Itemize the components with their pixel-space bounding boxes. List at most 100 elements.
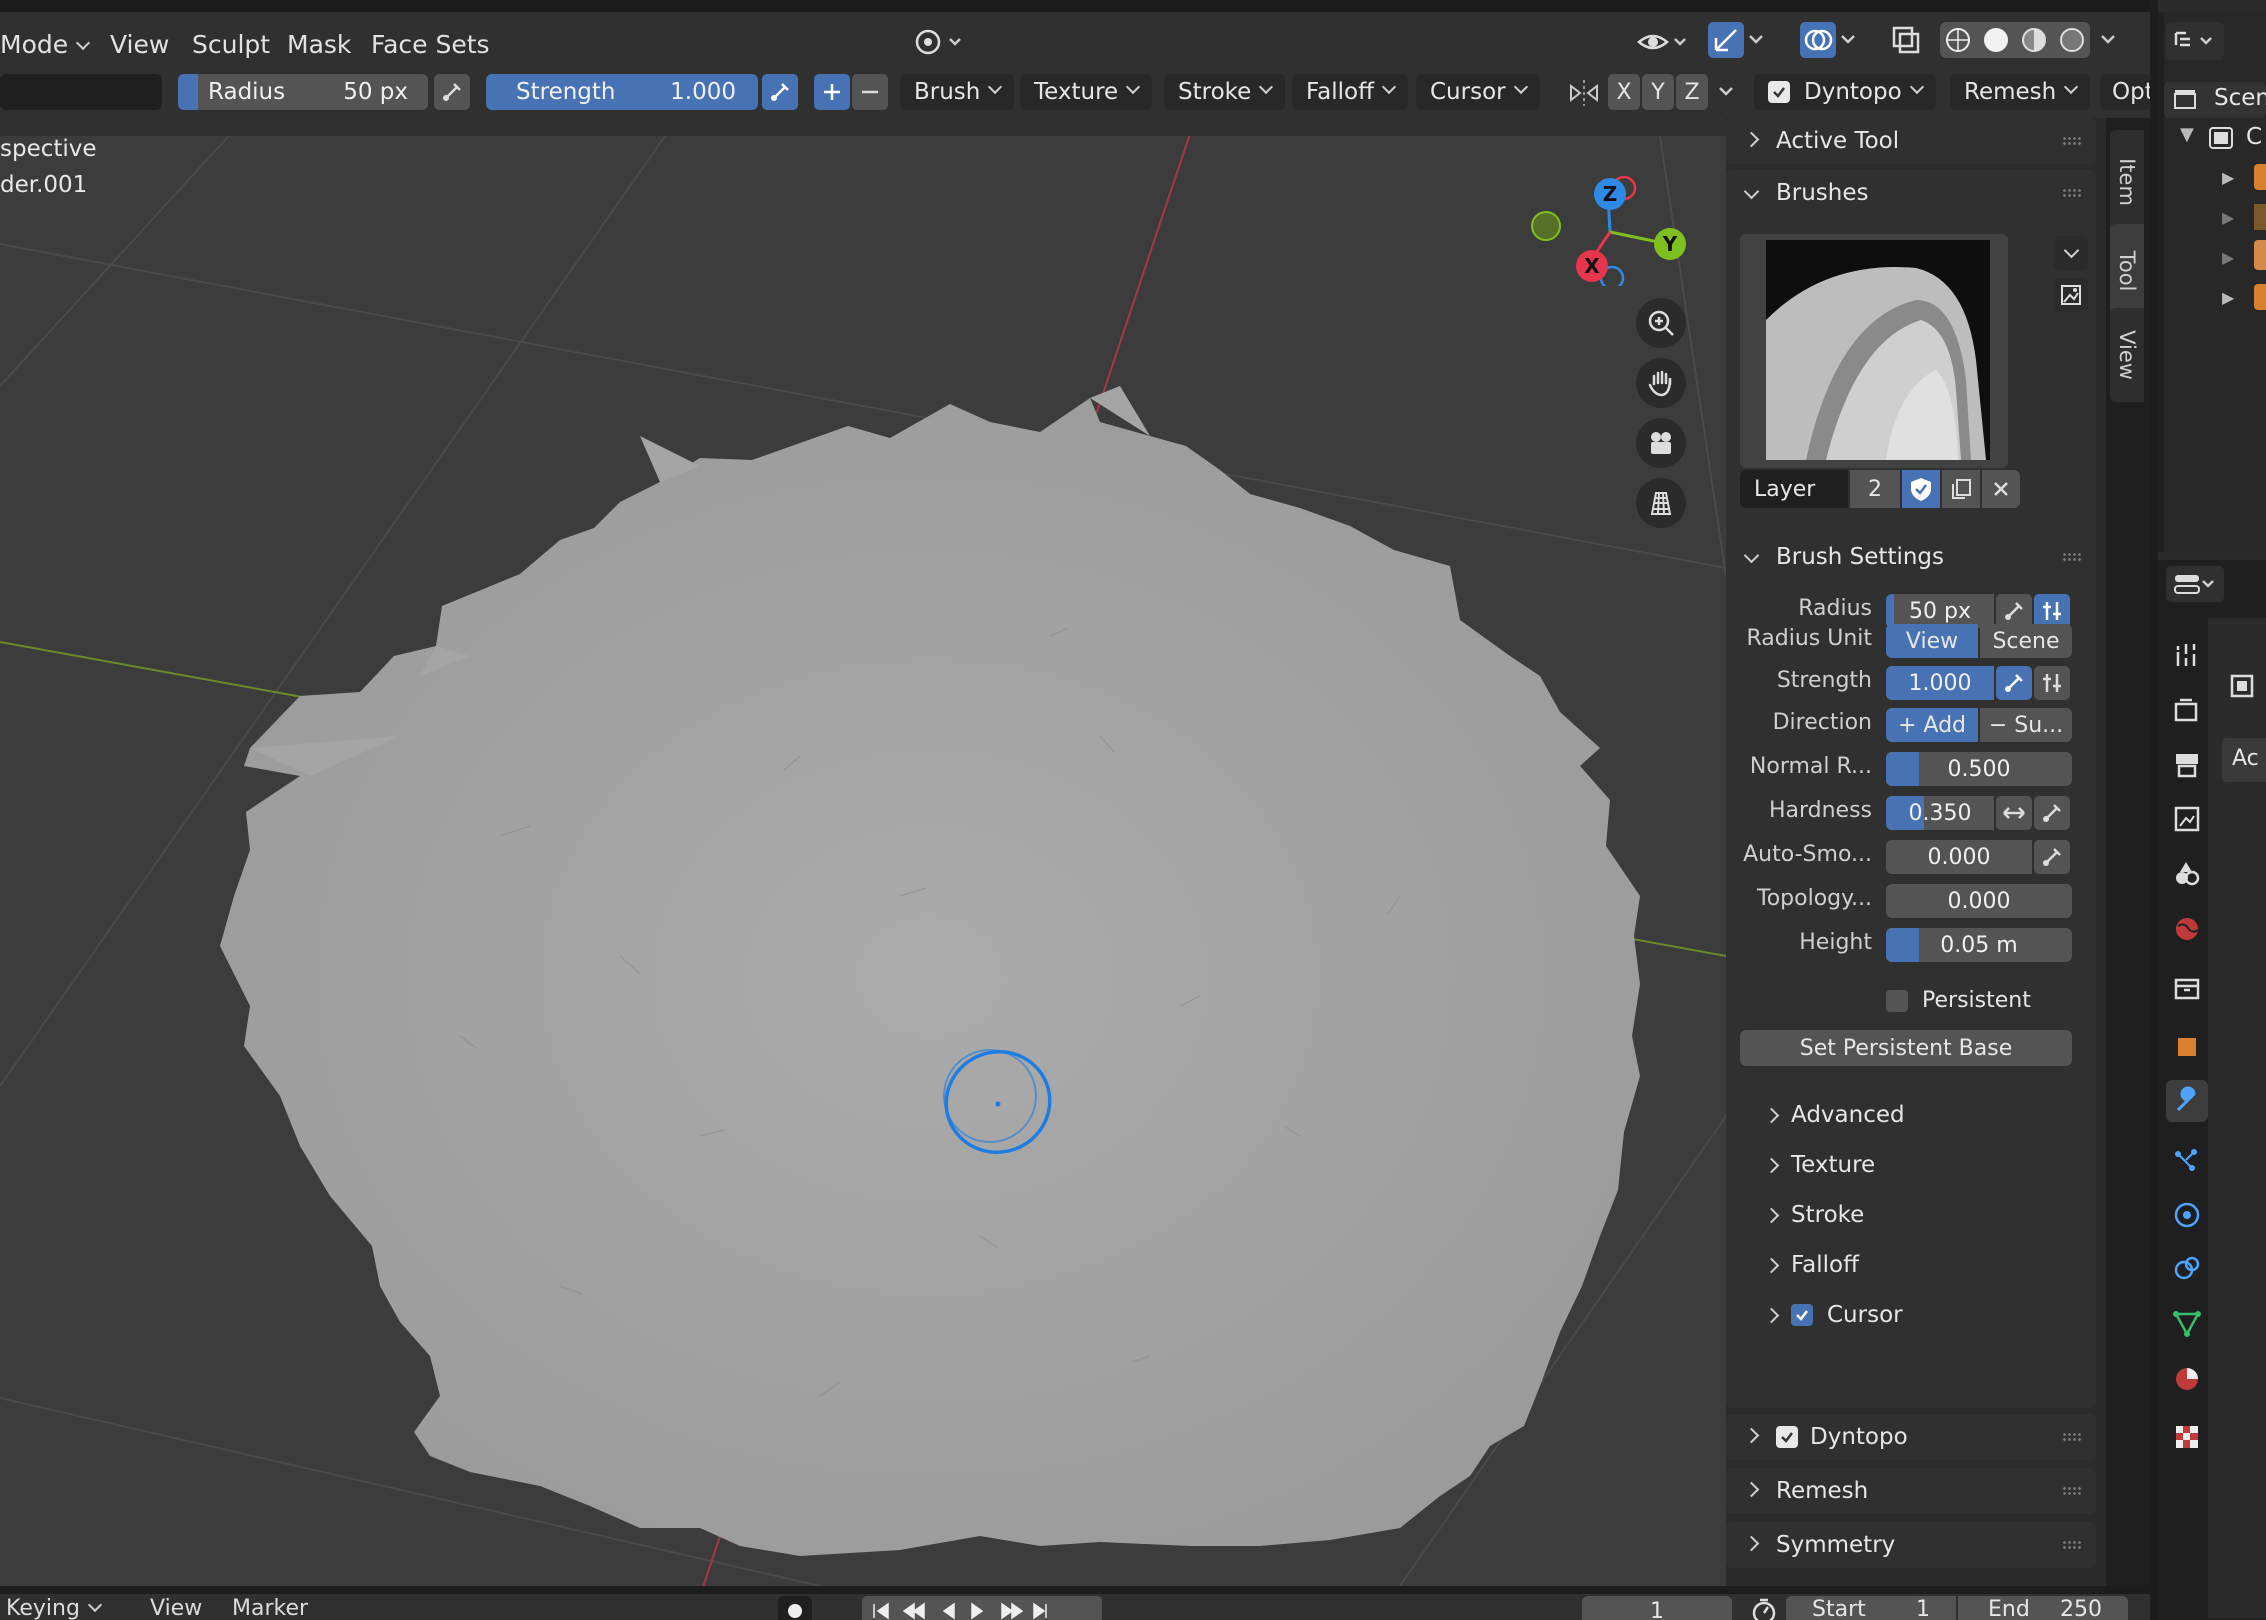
radius-pressure-icon[interactable]	[434, 74, 470, 110]
remesh-section[interactable]: Remesh	[1726, 1468, 2096, 1514]
tab-item[interactable]: Item	[2110, 130, 2144, 234]
menu-sculpt[interactable]: Sculpt	[192, 30, 270, 59]
properties-editor-type-icon[interactable]	[2166, 566, 2224, 602]
tab-view[interactable]: View	[2110, 308, 2144, 402]
hardness-invert-icon[interactable]	[1996, 796, 2032, 830]
expand-arrow-3[interactable]: ▶	[2222, 248, 2234, 267]
fake-user-shield-icon[interactable]	[1902, 470, 1940, 508]
keying-menu[interactable]: Keying	[6, 1596, 102, 1620]
subpanel-cursor[interactable]: Cursor	[1763, 1302, 1903, 1328]
subpanel-advanced[interactable]: Advanced	[1763, 1102, 1905, 1128]
set-persistent-base-button[interactable]: Set Persistent Base	[1740, 1030, 2072, 1066]
viewport-canvas[interactable]	[0, 136, 1726, 1586]
direction-add-icon[interactable]	[814, 74, 850, 110]
radius-field[interactable]: 50 px	[1886, 594, 1994, 628]
brushes-header[interactable]: Brushes	[1776, 180, 1869, 206]
timeline-marker-menu[interactable]: Marker	[232, 1596, 308, 1620]
brush-thumbnail[interactable]	[1766, 240, 1990, 460]
render-props-icon[interactable]	[2172, 696, 2202, 730]
symmetry-dropdown-icon[interactable]	[1718, 84, 1734, 103]
brush-settings-collapse-icon[interactable]	[1743, 546, 1760, 565]
record-button[interactable]	[778, 1596, 812, 1620]
menu-face-sets[interactable]: Face Sets	[371, 30, 490, 59]
gizmo-y-axis[interactable]: Y	[1654, 228, 1686, 260]
particles-icon[interactable]	[2172, 1146, 2202, 1180]
start-frame-field[interactable]: Start 1	[1786, 1596, 1956, 1620]
collection-props-icon[interactable]	[2172, 974, 2202, 1008]
brush-name-input[interactable]: Layer	[1740, 470, 1848, 508]
brush-name-field[interactable]	[0, 74, 162, 110]
xray-icon[interactable]	[1890, 24, 1922, 60]
gizmo-dropdown-icon[interactable]	[1748, 32, 1764, 51]
hardness-pressure-icon[interactable]	[2034, 796, 2070, 830]
persistent-checkbox[interactable]	[1886, 989, 1908, 1012]
collection-expand-icon[interactable]: ▼	[2180, 124, 2194, 145]
topology-field[interactable]: 0.000	[1886, 884, 2072, 918]
mirror-y-button[interactable]: Y	[1642, 74, 1674, 110]
brush-preview-frame[interactable]	[1740, 234, 2008, 468]
playback-controls[interactable]	[862, 1596, 1102, 1620]
auto-smooth-pressure-icon[interactable]	[2034, 840, 2070, 874]
gizmo-z-axis[interactable]: Z	[1594, 178, 1626, 210]
overlay-dropdown-icon[interactable]	[1840, 32, 1856, 51]
pin-icon[interactable]	[2228, 672, 2258, 702]
dyntopo-section[interactable]: Dyntopo	[1726, 1414, 2096, 1460]
end-frame-field[interactable]: End 250	[1958, 1596, 2128, 1620]
view-layer-props-icon[interactable]	[2172, 804, 2202, 838]
radius-unit-view-button[interactable]: View	[1886, 624, 1978, 658]
auto-smooth-field[interactable]: 0.000	[1886, 840, 2032, 874]
menu-mask[interactable]: Mask	[287, 30, 351, 59]
modifier-wrench-icon[interactable]	[2166, 1080, 2208, 1122]
remesh-menu[interactable]: Remesh	[1950, 74, 2091, 110]
texture-props-icon[interactable]	[2172, 1422, 2202, 1456]
gizmo-x-axis[interactable]: X	[1576, 250, 1608, 282]
outliner-collection-row[interactable]: C	[2208, 122, 2266, 156]
texture-menu[interactable]: Texture	[1020, 74, 1153, 110]
tab-tool[interactable]: Tool	[2110, 224, 2144, 318]
expand-arrow-2[interactable]: ▶	[2222, 208, 2234, 227]
cursor-checkbox[interactable]	[1791, 1304, 1813, 1326]
symmetry-section[interactable]: Symmetry	[1726, 1522, 2096, 1568]
sculpt-mesh[interactable]	[220, 398, 1640, 1556]
pivot-icon[interactable]	[912, 26, 962, 62]
current-frame-field[interactable]: 1	[1582, 1596, 1732, 1620]
active-tool-section[interactable]: Active Tool	[1726, 118, 2096, 164]
camera-view-icon[interactable]	[1636, 418, 1686, 468]
falloff-menu[interactable]: Falloff	[1292, 74, 1408, 110]
navigation-gizmo[interactable]: Z Y X	[1520, 156, 1690, 286]
gizmo-toggle-icon[interactable]	[1708, 22, 1744, 58]
toolbar-strength-field[interactable]: Strength 1.000	[486, 74, 758, 110]
overlay-toggle-icon[interactable]	[1800, 22, 1836, 58]
menu-view[interactable]: View	[110, 30, 169, 59]
strength-curve-icon[interactable]	[2034, 666, 2070, 700]
dyntopo-toolbar-checkbox[interactable]	[1768, 81, 1790, 103]
radius-curve-icon[interactable]	[2034, 594, 2070, 628]
stroke-menu[interactable]: Stroke	[1164, 74, 1286, 110]
world-props-icon[interactable]	[2172, 914, 2202, 948]
radius-pressure-icon[interactable]	[1996, 594, 2032, 628]
normal-radius-slider[interactable]: 0.500	[1886, 752, 2072, 786]
unlink-brush-icon[interactable]	[1982, 470, 2020, 508]
outliner-scene-row[interactable]: Scen	[2164, 82, 2266, 118]
cursor-menu[interactable]: Cursor	[1416, 74, 1540, 110]
expand-arrow-4[interactable]: ▶	[2222, 288, 2234, 307]
toolbar-radius-field[interactable]: Radius 50 px	[178, 74, 428, 110]
dyntopo-checkbox[interactable]	[1776, 1426, 1798, 1449]
direction-subtract-icon[interactable]	[852, 74, 888, 110]
radius-unit-scene-button[interactable]: Scene	[1980, 624, 2072, 658]
zoom-icon[interactable]	[1636, 298, 1686, 348]
brushes-collapse-icon[interactable]	[1743, 182, 1760, 201]
shading-dropdown-icon[interactable]	[2100, 32, 2116, 51]
subpanel-stroke[interactable]: Stroke	[1763, 1202, 1864, 1228]
brush-menu[interactable]: Brush	[900, 74, 1015, 110]
direction-subtract-button[interactable]: − Su...	[1980, 708, 2072, 742]
subpanel-texture[interactable]: Texture	[1763, 1152, 1875, 1178]
3d-viewport[interactable]: spective der.001 Z Y X	[0, 136, 1726, 1586]
height-slider[interactable]: 0.05 m	[1886, 928, 2072, 962]
timeline-view-menu[interactable]: View	[150, 1596, 202, 1620]
material-icon[interactable]	[2172, 1364, 2202, 1398]
visibility-icon[interactable]	[1635, 24, 1691, 64]
strength-field[interactable]: 1.000	[1886, 666, 1994, 700]
data-mesh-icon[interactable]	[2172, 1308, 2202, 1342]
brush-settings-header[interactable]: Brush Settings	[1776, 544, 1944, 570]
